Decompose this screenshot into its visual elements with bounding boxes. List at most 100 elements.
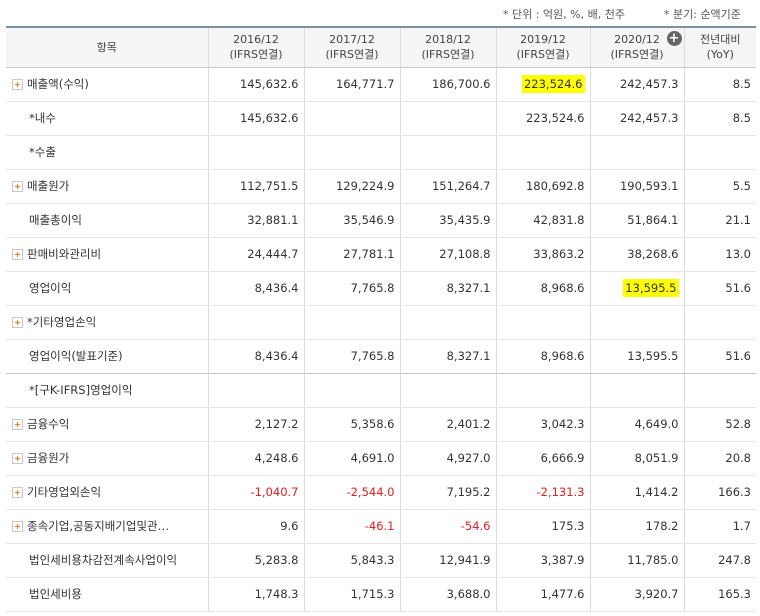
value-cell: 8.5: [684, 67, 756, 102]
value-text: 12,941.9: [439, 553, 491, 567]
table-row[interactable]: 기타영업외손익 -1,040.7 -2,544.0 7,195.2 -2,131.3 1,…: [6, 475, 756, 510]
expand-plus-icon[interactable]: [12, 419, 23, 430]
value-cell: 1.7: [684, 509, 756, 544]
value-text: 42,831.8: [533, 213, 585, 227]
value-cell: 12,941.9: [400, 543, 497, 578]
value-cell: [496, 135, 591, 170]
value-cell: 1,477.6: [496, 577, 591, 612]
row-label: *[구K-IFRS]영업이익: [6, 373, 209, 408]
table-row: 법인세비용차감전계속사업이익 5,283.8 5,843.3 12,941.9 3,38…: [6, 543, 756, 578]
row-label: *내수: [6, 101, 209, 136]
value-cell: 42,831.8: [496, 203, 591, 238]
value-text: 35,435.9: [439, 213, 491, 227]
value-text: 151,264.7: [431, 179, 491, 193]
row-label[interactable]: 종속기업,공동지배기업및관…: [6, 509, 209, 544]
header-row: 항목 2016/12 (IFRS연결) 2017/12 (IFRS연결) 2018/…: [6, 26, 756, 68]
table-row[interactable]: 금융수익 2,127.2 5,358.6 2,401.2 3,042.3 4,649.0 5…: [6, 407, 756, 442]
value-cell: 3,688.0: [400, 577, 497, 612]
unit-note: * 단위 : 억원, %, 배, 천주: [503, 8, 625, 21]
expand-plus-icon[interactable]: [12, 181, 23, 192]
value-cell: 38,268.6: [590, 237, 685, 272]
row-label[interactable]: 금융수익: [6, 407, 209, 442]
value-cell: [400, 373, 497, 408]
expand-plus-icon[interactable]: [12, 521, 23, 532]
expand-plus-icon[interactable]: [12, 487, 23, 498]
expand-plus-icon[interactable]: [12, 317, 23, 328]
value-text: 180,692.8: [525, 179, 585, 193]
value-text: 8,327.1: [446, 349, 491, 363]
value-cell: 27,781.1: [304, 237, 401, 272]
value-text: 8,436.4: [254, 349, 299, 363]
value-text: 2,401.2: [446, 417, 491, 431]
row-label[interactable]: *기타영업손익: [6, 305, 209, 340]
value-text: 4,927.0: [446, 451, 491, 465]
financial-table: 항목 2016/12 (IFRS연결) 2017/12 (IFRS연결) 2018/…: [6, 26, 756, 612]
value-cell: [496, 373, 591, 408]
value-cell: 3,042.3: [496, 407, 591, 442]
value-text: 247.8: [718, 553, 751, 567]
value-cell: 5,358.6: [304, 407, 401, 442]
value-text: 51.6: [725, 281, 751, 295]
value-cell: 51.6: [684, 271, 756, 306]
row-label-text: 영업이익: [29, 281, 72, 295]
value-cell: 52.8: [684, 407, 756, 442]
row-label[interactable]: 기타영업외손익: [6, 475, 209, 510]
value-text: 8,968.6: [540, 281, 585, 295]
value-cell: 5,843.3: [304, 543, 401, 578]
value-cell: [590, 373, 685, 408]
table-row[interactable]: *기타영업손익: [6, 305, 756, 340]
table-row[interactable]: 매출원가 112,751.5 129,224.9 151,264.7 180,692.8…: [6, 169, 756, 204]
row-label[interactable]: 매출액(수익): [6, 67, 209, 102]
row-label: 매출총이익: [6, 203, 209, 238]
value-cell: [304, 305, 401, 340]
value-text: 51,864.1: [627, 213, 679, 227]
value-text: 166.3: [718, 485, 751, 499]
value-cell: 51.6: [684, 339, 756, 374]
expand-plus-icon[interactable]: [12, 249, 23, 260]
row-label[interactable]: 매출원가: [6, 169, 209, 204]
row-label[interactable]: 판매비와관리비: [6, 237, 209, 272]
value-text: 9.6: [280, 519, 299, 533]
value-cell: -2,544.0: [304, 475, 401, 510]
value-cell: 8,968.6: [496, 271, 591, 306]
table-row: 영업이익(발표기준) 8,436.4 7,765.8 8,327.1 8,968.6 13…: [6, 339, 756, 374]
value-cell: 8,436.4: [208, 339, 305, 374]
row-label-text: 금융수익: [27, 417, 70, 431]
value-cell: 1,715.3: [304, 577, 401, 612]
value-cell: 247.8: [684, 543, 756, 578]
table-row[interactable]: 판매비와관리비 24,444.7 27,781.1 27,108.8 33,863.2 3…: [6, 237, 756, 272]
quarter-note: * 분기: 순액기준: [664, 8, 741, 21]
value-cell: 180,692.8: [496, 169, 591, 204]
value-cell: [208, 305, 305, 340]
value-text: 35,546.9: [343, 213, 395, 227]
value-text: 33,863.2: [533, 247, 585, 261]
table-row[interactable]: 종속기업,공동지배기업및관… 9.6 -46.1 -54.6 175.3 178.2 1.7: [6, 509, 756, 544]
row-label-text: 영업이익(발표기준): [29, 349, 123, 363]
value-cell: [684, 373, 756, 408]
value-text: 223,524.6: [525, 111, 585, 125]
value-text: 242,457.3: [619, 111, 679, 125]
value-text: 4,649.0: [634, 417, 679, 431]
expand-plus-icon[interactable]: [12, 79, 23, 90]
value-cell: 8,436.4: [208, 271, 305, 306]
table-row[interactable]: 매출액(수익) 145,632.6 164,771.7 186,700.6 223,52…: [6, 67, 756, 102]
expand-plus-icon[interactable]: [12, 453, 23, 464]
value-cell: 21.1: [684, 203, 756, 238]
value-cell: 186,700.6: [400, 67, 497, 102]
value-cell: -46.1: [304, 509, 401, 544]
row-label-text: 법인세비용: [29, 587, 82, 601]
value-cell: [684, 305, 756, 340]
value-cell: 13,595.5: [590, 271, 685, 306]
row-label-text: 매출액(수익): [27, 77, 89, 91]
value-cell: 242,457.3: [590, 67, 685, 102]
row-label: *수출: [6, 135, 209, 170]
value-cell: 8,968.6: [496, 339, 591, 374]
col-header-2018: 2018/12 (IFRS연결): [400, 26, 497, 68]
value-cell: 7,765.8: [304, 339, 401, 374]
value-text: 3,387.9: [540, 553, 585, 567]
table-row[interactable]: 금융원가 4,248.6 4,691.0 4,927.0 6,666.9 8,051.9 2…: [6, 441, 756, 476]
add-column-icon[interactable]: +: [666, 31, 682, 46]
value-text: 1,715.3: [350, 587, 395, 601]
value-cell: 175.3: [496, 509, 591, 544]
row-label[interactable]: 금융원가: [6, 441, 209, 476]
